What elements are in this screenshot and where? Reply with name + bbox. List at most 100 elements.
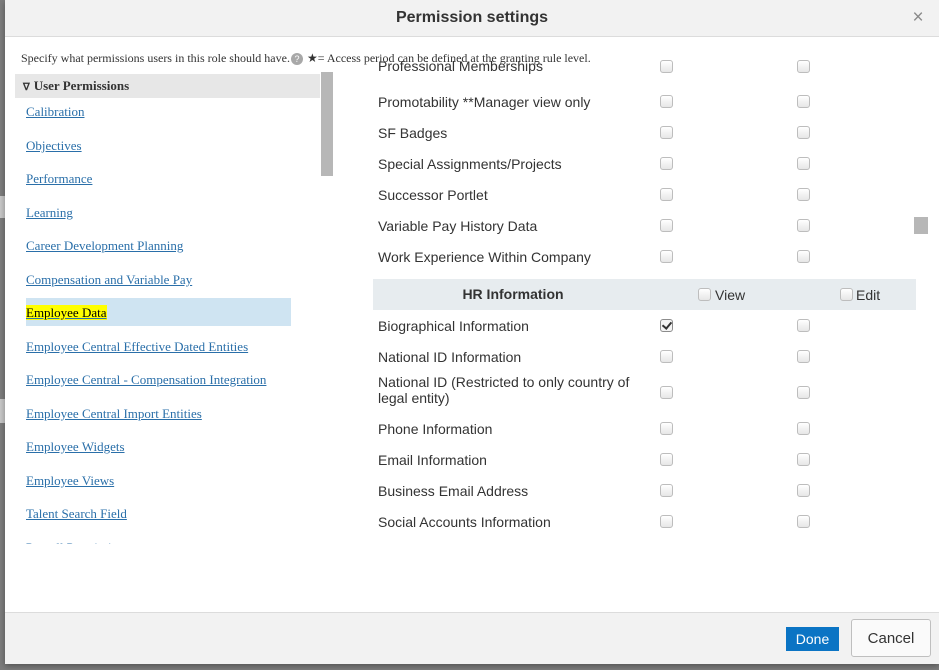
sidebar-item-career-development-planning[interactable]: Career Development Planning: [26, 233, 183, 259]
permission-row: Work Experience Within Company: [373, 241, 913, 272]
sidebar-item-label: Employee Views: [26, 473, 115, 488]
hr-section-title: HR Information: [462, 286, 564, 302]
permission-row: Biographical Information: [373, 310, 913, 341]
permission-row: Social Accounts Information: [373, 506, 913, 537]
permissions-panel: Professional Memberships Promotability **…: [373, 60, 933, 544]
view-checkbox[interactable]: [660, 386, 673, 399]
edit-checkbox[interactable]: [797, 515, 810, 528]
dialog-header: Permission settings ×: [5, 0, 939, 37]
sidebar-item-label: Employee Data: [26, 305, 107, 320]
sidebar-item-label: Compensation and Variable Pay: [26, 272, 193, 287]
done-button[interactable]: Done: [786, 627, 839, 651]
sidebar-item-label: Performance: [26, 171, 93, 186]
view-checkbox[interactable]: [660, 453, 673, 466]
view-checkbox[interactable]: [660, 126, 673, 139]
permission-label: Promotability **Manager view only: [378, 93, 591, 110]
permission-label: Professional Memberships: [378, 60, 543, 74]
sidebar-item-learning[interactable]: Learning: [26, 200, 73, 226]
sidebar-item-performance[interactable]: Performance: [26, 166, 92, 192]
view-checkbox[interactable]: [660, 250, 673, 263]
sidebar-item-label: Employee Widgets: [26, 439, 125, 454]
permission-label: Phone Information: [378, 420, 493, 437]
sidebar-item-label: Objectives: [26, 138, 82, 153]
section-label: User Permissions: [33, 78, 130, 93]
instructions-text: Specify what permissions users in this r…: [21, 51, 290, 65]
sidebar-item-label: Learning: [26, 205, 73, 220]
edit-checkbox[interactable]: [797, 350, 810, 363]
view-checkbox[interactable]: [660, 219, 673, 232]
permission-label: Work Experience Within Company: [378, 248, 591, 265]
sidebar-item-employee-data[interactable]: Employee Data: [26, 300, 107, 326]
view-checkbox[interactable]: [660, 422, 673, 435]
user-permissions-header[interactable]: ∇ User Permissions: [15, 74, 320, 98]
view-checkbox[interactable]: [660, 60, 673, 73]
permission-row: Business Email Address: [373, 475, 913, 506]
close-icon[interactable]: ×: [907, 7, 929, 29]
edit-checkbox[interactable]: [797, 319, 810, 332]
edit-checkbox[interactable]: [797, 219, 810, 232]
sidebar-item-employee-central-compensation-integration[interactable]: Employee Central - Compensation Integrat…: [26, 367, 266, 393]
view-checkbox[interactable]: [660, 350, 673, 363]
edit-checkbox[interactable]: [797, 422, 810, 435]
dialog-title: Permission settings: [395, 9, 549, 26]
cancel-button[interactable]: Cancel: [851, 619, 931, 657]
permission-row: Successor Portlet: [373, 179, 913, 210]
edit-checkbox[interactable]: [797, 453, 810, 466]
sidebar-item-calibration[interactable]: Calibration: [26, 99, 85, 125]
edit-column-label: Edit: [856, 287, 881, 303]
permission-label: Variable Pay History Data: [378, 217, 538, 234]
sidebar-item-employee-central-import-entities[interactable]: Employee Central Import Entities: [26, 401, 202, 427]
sidebar-item-talent-search-field[interactable]: Talent Search Field: [26, 501, 127, 527]
edit-checkbox[interactable]: [797, 188, 810, 201]
sidebar-item-label: Employee Central - Compensation Integrat…: [26, 372, 267, 387]
view-checkbox[interactable]: [660, 157, 673, 170]
edit-checkbox[interactable]: [797, 126, 810, 139]
right-scrollbar-thumb[interactable]: [914, 217, 928, 234]
hr-information-header: HR Information View Edit: [373, 279, 916, 310]
edit-checkbox[interactable]: [797, 95, 810, 108]
permission-row: Promotability **Manager view only: [373, 86, 913, 117]
sidebar-item-label: Employee Central Import Entities: [26, 406, 202, 421]
edit-checkbox[interactable]: [797, 484, 810, 497]
view-checkbox[interactable]: [660, 319, 673, 332]
sidebar-item-label: Payroll Permissions: [26, 540, 130, 544]
sidebar-item-label: Talent Search Field: [26, 506, 127, 521]
permission-label: Special Assignments/Projects: [378, 155, 562, 172]
sidebar-item-employee-widgets[interactable]: Employee Widgets: [26, 434, 125, 460]
permission-label: Biographical Information: [378, 317, 529, 334]
permission-label: Email Information: [378, 451, 487, 468]
dialog-footer: Done Cancel: [5, 612, 939, 664]
sidebar-item-label: Calibration: [26, 104, 85, 119]
view-all-checkbox[interactable]: [698, 288, 711, 301]
edit-checkbox[interactable]: [797, 250, 810, 263]
permission-label: National ID (Restricted to only country …: [378, 374, 630, 406]
permission-row: National ID Information: [373, 341, 913, 372]
sidebar-item-objectives[interactable]: Objectives: [26, 133, 82, 159]
view-checkbox[interactable]: [660, 484, 673, 497]
permission-row: Email Information: [373, 444, 913, 475]
permission-label: Social Accounts Information: [378, 513, 551, 530]
permission-row: Variable Pay History Data: [373, 210, 913, 241]
sidebar-item-employee-views[interactable]: Employee Views: [26, 468, 114, 494]
permission-row: National ID (Restricted to only country …: [373, 372, 913, 413]
left-scrollbar-thumb[interactable]: [321, 72, 333, 176]
view-checkbox[interactable]: [660, 515, 673, 528]
view-checkbox[interactable]: [660, 188, 673, 201]
sidebar-item-label: Career Development Planning: [26, 238, 184, 253]
sidebar-item-label: Employee Central Effective Dated Entitie…: [26, 339, 249, 354]
view-checkbox[interactable]: [660, 95, 673, 108]
help-icon[interactable]: ?: [290, 53, 303, 66]
permission-label: National ID Information: [378, 348, 522, 365]
sidebar-item-employee-central-effective-dated-entities[interactable]: Employee Central Effective Dated Entitie…: [26, 334, 248, 360]
edit-all-checkbox[interactable]: [840, 288, 853, 301]
edit-checkbox[interactable]: [797, 157, 810, 170]
permission-label: SF Badges: [378, 124, 448, 141]
sidebar-item-payroll-permissions[interactable]: Payroll Permissions: [26, 535, 130, 544]
edit-checkbox[interactable]: [797, 386, 810, 399]
sidebar-item-compensation-and-variable-pay[interactable]: Compensation and Variable Pay: [26, 267, 192, 293]
permission-row: Phone Information: [373, 413, 913, 444]
permission-row: SF Badges: [373, 117, 913, 148]
edit-checkbox[interactable]: [797, 60, 810, 73]
permission-row: Special Assignments/Projects: [373, 148, 913, 179]
permission-row: Professional Memberships: [373, 60, 913, 78]
